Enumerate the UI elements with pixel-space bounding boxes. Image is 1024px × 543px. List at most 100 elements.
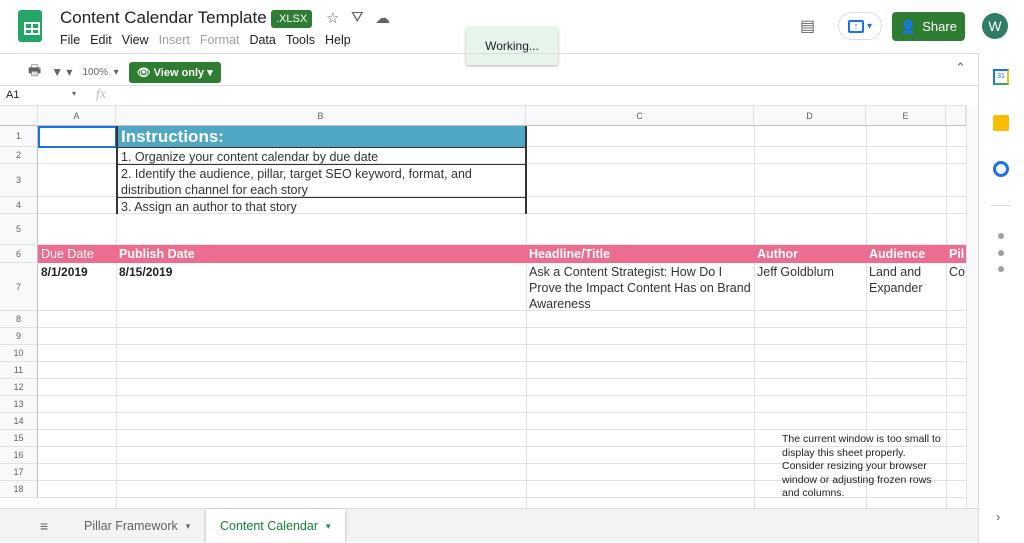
column-header[interactable]: A bbox=[38, 106, 116, 126]
side-panel: 31 › bbox=[978, 53, 1024, 542]
row-header[interactable]: 2 bbox=[0, 147, 38, 164]
header-cell[interactable]: Pil bbox=[946, 245, 966, 263]
share-label: Share bbox=[922, 19, 957, 34]
menu-tools[interactable]: Tools bbox=[286, 33, 315, 47]
document-title[interactable]: Content Calendar Template v2 bbox=[60, 8, 289, 28]
dot-icon bbox=[998, 233, 1004, 239]
comment-history-icon[interactable]: ▤ bbox=[800, 16, 815, 36]
selected-cell-a1[interactable] bbox=[38, 126, 117, 148]
column-header[interactable] bbox=[946, 106, 966, 126]
row-header[interactable]: 18 bbox=[0, 481, 38, 498]
data-cell[interactable]: Ask a Content Strategist: How Do I Prove… bbox=[526, 263, 754, 311]
chevron-down-icon: ▾ bbox=[866, 20, 873, 32]
data-cell[interactable]: 8/1/2019 bbox=[38, 263, 116, 311]
row-header[interactable]: 14 bbox=[0, 413, 38, 430]
toolbar: 🖶 ▼ ▾ 100% ▾ 👁 View only ▾ bbox=[28, 60, 221, 84]
instruction-line[interactable]: 3. Assign an author to that story bbox=[116, 197, 527, 214]
row-header[interactable]: 17 bbox=[0, 464, 38, 481]
present-button[interactable]: ↑ ▾ bbox=[838, 12, 882, 40]
tab-pillar-framework[interactable]: Pillar Framework ▾ bbox=[70, 509, 204, 543]
data-cell[interactable]: Co bbox=[946, 263, 966, 311]
gridline bbox=[38, 378, 966, 379]
zoom-select[interactable]: 100% ▾ bbox=[82, 67, 118, 78]
gridline bbox=[38, 361, 966, 362]
column-header[interactable]: E bbox=[866, 106, 946, 126]
divider bbox=[991, 205, 1011, 206]
data-cell[interactable]: 8/15/2019 bbox=[116, 263, 526, 311]
instructions-title[interactable]: Instructions: bbox=[116, 126, 527, 147]
header-cell[interactable]: Audience bbox=[866, 245, 946, 263]
menu-edit[interactable]: Edit bbox=[90, 33, 112, 47]
row-header[interactable]: 8 bbox=[0, 311, 38, 328]
menu-format[interactable]: Format bbox=[200, 33, 240, 47]
gridline bbox=[38, 395, 966, 396]
person-icon: 👤 bbox=[900, 18, 917, 34]
formula-bar: A1 ▾ fx bbox=[0, 86, 966, 106]
row-header[interactable]: 16 bbox=[0, 447, 38, 464]
data-cell[interactable]: Jeff Goldblum bbox=[754, 263, 866, 311]
row-header[interactable]: 3 bbox=[0, 164, 38, 197]
vertical-scrollbar[interactable] bbox=[966, 106, 978, 508]
sheets-logo[interactable] bbox=[18, 10, 42, 42]
window-too-small-notice: The current window is too small to displ… bbox=[782, 433, 941, 499]
row-header[interactable]: 4 bbox=[0, 197, 38, 214]
dot-icon bbox=[998, 250, 1004, 256]
row-header[interactable]: 15 bbox=[0, 430, 38, 447]
view-only-button[interactable]: 👁 View only ▾ bbox=[128, 61, 221, 83]
column-header[interactable]: D bbox=[754, 106, 866, 126]
menu-view[interactable]: View bbox=[122, 33, 149, 47]
column-header[interactable]: B bbox=[116, 106, 526, 126]
menu-file[interactable]: File bbox=[60, 33, 80, 47]
share-button[interactable]: 👤 Share bbox=[892, 12, 965, 41]
row-header[interactable]: 9 bbox=[0, 328, 38, 345]
filter-icon[interactable]: ▼ ▾ bbox=[51, 65, 72, 79]
tab-content-calendar[interactable]: Content Calendar ▾ bbox=[206, 509, 345, 543]
select-all[interactable] bbox=[0, 106, 38, 126]
name-box-dropdown-icon[interactable]: ▾ bbox=[72, 89, 76, 98]
gridline bbox=[38, 344, 966, 345]
row-header[interactable]: 10 bbox=[0, 345, 38, 362]
sheet-tabs-bar: ≡ Pillar Framework ▾ Content Calendar ▾ bbox=[0, 508, 978, 543]
row-header[interactable]: 13 bbox=[0, 396, 38, 413]
row-header[interactable]: 12 bbox=[0, 379, 38, 396]
header-cell[interactable]: Author bbox=[754, 245, 866, 263]
column-header[interactable]: C bbox=[526, 106, 754, 126]
star-icon[interactable]: ☆ bbox=[326, 9, 339, 27]
menu-data[interactable]: Data bbox=[249, 33, 275, 47]
tasks-icon[interactable] bbox=[993, 161, 1009, 177]
row-header[interactable]: 6 bbox=[0, 245, 38, 263]
working-toast: Working... bbox=[466, 27, 558, 65]
avatar[interactable]: W bbox=[982, 13, 1008, 39]
print-icon[interactable]: 🖶 bbox=[28, 60, 41, 84]
calendar-icon[interactable]: 31 bbox=[993, 69, 1009, 85]
name-box[interactable]: A1 bbox=[6, 89, 19, 101]
cloud-saved-icon[interactable]: ☁ bbox=[375, 9, 390, 27]
menu-bar: File Edit View Insert Format Data Tools … bbox=[60, 33, 351, 47]
header-cell[interactable]: Due Date bbox=[38, 245, 116, 263]
header-cell[interactable]: Publish Date bbox=[116, 245, 526, 263]
row-header[interactable]: 5 bbox=[0, 214, 38, 245]
menu-help[interactable]: Help bbox=[325, 33, 351, 47]
gridline bbox=[38, 412, 966, 413]
gridline bbox=[38, 429, 966, 430]
row-header[interactable]: 11 bbox=[0, 362, 38, 379]
move-to-drive-icon[interactable]: ⛛ bbox=[351, 9, 364, 26]
data-cell[interactable]: Land and Expander bbox=[866, 263, 946, 311]
all-sheets-icon[interactable]: ≡ bbox=[40, 518, 48, 534]
dot-icon bbox=[998, 266, 1004, 272]
instruction-line[interactable]: 1. Organize your content calendar by due… bbox=[116, 147, 527, 164]
instruction-line[interactable]: 2. Identify the audience, pillar, target… bbox=[116, 164, 527, 197]
menu-insert[interactable]: Insert bbox=[159, 33, 190, 47]
divider bbox=[0, 53, 978, 54]
gridline bbox=[946, 126, 947, 508]
row-header[interactable]: 7 bbox=[0, 263, 38, 311]
header-cell[interactable]: Headline/Title bbox=[526, 245, 754, 263]
keep-icon[interactable] bbox=[993, 115, 1009, 131]
collapse-toolbar-icon[interactable]: ⌃ bbox=[955, 60, 966, 76]
fx-icon: fx bbox=[96, 87, 107, 102]
gridline bbox=[754, 126, 755, 508]
row-header[interactable]: 1 bbox=[0, 126, 38, 147]
gridline bbox=[38, 327, 966, 328]
file-type-badge: .XLSX bbox=[271, 10, 313, 28]
expand-panel-icon[interactable]: › bbox=[996, 509, 1000, 524]
